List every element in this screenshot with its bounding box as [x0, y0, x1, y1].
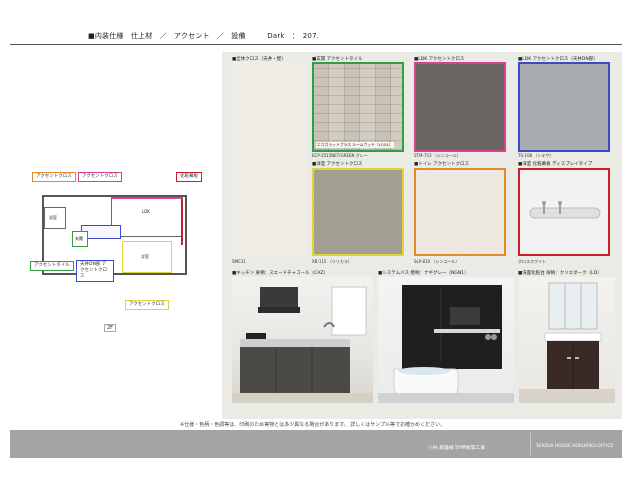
- tag-ceiling-dn-cloth: 天井DN部 アクセントクロス: [76, 260, 114, 282]
- disclaimer-note: ※仕様・色柄・色調等は、印刷のため実物とは多少異なる場合があります。 詳しくはサ…: [180, 422, 446, 428]
- room-ldk-label: LDK: [142, 209, 150, 214]
- swatch-bedroom-texture: [312, 168, 404, 256]
- tag-accent-cloth-bedroom: アクセントクロス: [125, 300, 169, 310]
- room-ldk: LDK: [111, 197, 183, 237]
- page-title: ■内装仕様 仕上材 ／ アクセント ／ 設備 Dark ： 207.: [88, 32, 320, 40]
- header-rule: [10, 44, 622, 45]
- materials-panel: ■全体クロス（天井・壁） SMC31 ■玄関 アクセントタイル エコカラットプラ…: [222, 52, 622, 419]
- photo-label-vanity: ■洗面化粧台 扉柄：クリエダーク（LD）: [518, 271, 602, 276]
- room-bath: 浴室: [44, 207, 66, 229]
- floor-number: 2F: [104, 324, 117, 332]
- room-entrance: 玄関: [72, 231, 88, 247]
- tag-accent-cloth-ldk: アクセントクロス: [78, 172, 122, 182]
- vanity-illustration: [519, 282, 615, 403]
- swatch-code-ldk: STM-753 （シンコール）: [414, 153, 461, 158]
- swatch-code-display: グロスホワイト: [518, 259, 546, 264]
- swatch-ldk-ceiling-texture: [518, 62, 610, 152]
- bath-photo: [378, 277, 514, 403]
- room-bath-label: 浴室: [49, 215, 57, 220]
- footer-company-name: SEKISUI HOUSE HOKURIKU OFFICE: [536, 444, 614, 449]
- display-rail-icon: [529, 201, 601, 219]
- tag-display-board: 化粧幕板: [176, 172, 202, 182]
- swatch-toilet-texture: [414, 168, 506, 256]
- swatch-wall-texture: [232, 62, 308, 257]
- room-bedroom-label: 洋室: [141, 254, 149, 259]
- swatch-code-wall: SMC31: [232, 259, 246, 264]
- swatch-display-board: [518, 168, 610, 256]
- room-entrance-label: 玄関: [75, 236, 83, 241]
- footer-project-name: 小林 美雄様 SHM新築工事: [428, 446, 486, 451]
- swatch-code-entrance: ECP-2515NET/GREEN グレー: [312, 153, 368, 158]
- tag-accent-tile: アクセントタイル: [30, 261, 74, 271]
- swatch-ldk-texture: [414, 62, 506, 152]
- vanity-photo: [519, 277, 615, 403]
- swatch-code-toilet: SLP-810 （シンコール）: [414, 259, 460, 264]
- header: ■内装仕様 仕上材 ／ アクセント ／ 設備 Dark ： 207.: [0, 0, 640, 46]
- swatch-label-display: ■洋室 化粧幕板 ディスプレイタイプ: [518, 162, 593, 167]
- footer-divider: [530, 433, 531, 455]
- swatch-code-bedroom: XB-115 （リリカラ）: [312, 259, 352, 264]
- kitchen-photo: [232, 277, 373, 403]
- room-bedroom: 洋室: [122, 241, 172, 273]
- swatch-label-toilet: ■トイレ アクセントクロス: [414, 162, 469, 167]
- swatch-entrance-overlay: エコカラットプラス ルームウッド（LOGL）: [316, 142, 394, 148]
- kitchen-illustration: [232, 286, 373, 403]
- swatch-code-ldk-ceiling: TS-108 （トキワ）: [518, 153, 554, 158]
- photo-label-kitchen: ■キッチン 扉柄：スエードチャコール（CAZ）: [232, 271, 328, 276]
- tag-accent-cloth-toilet: アクセントクロス: [32, 172, 76, 182]
- display-board-marker: [181, 199, 183, 245]
- bath-illustration: [378, 285, 514, 403]
- swatch-label-bedroom: ■洋室 アクセントクロス: [312, 162, 363, 167]
- swatch-entrance-texture: エコカラットプラス ルームウッド（LOGL）: [312, 62, 404, 152]
- photo-label-bath: ■システムバス 壁柄：ナギグレー（NGN1）: [378, 271, 469, 276]
